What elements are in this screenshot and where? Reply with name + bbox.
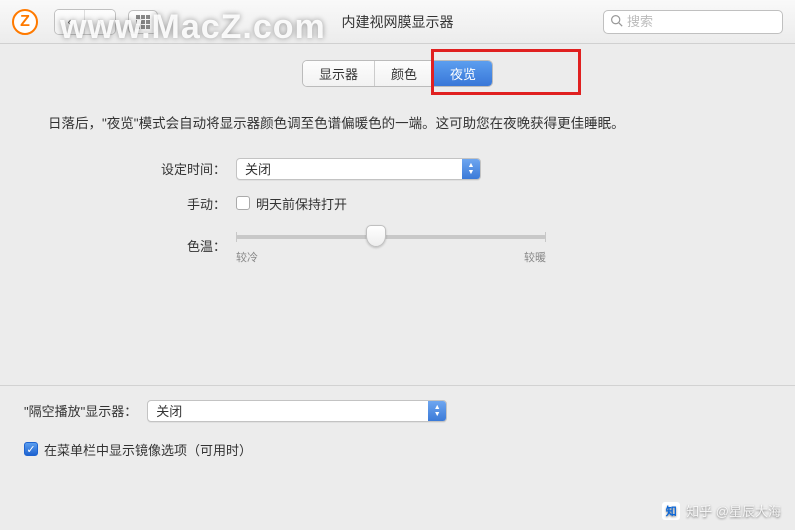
manual-checkbox[interactable] [236, 196, 250, 210]
slider-labels: 较冷 较暖 [236, 249, 546, 265]
zhihu-user: 知乎 @星辰大海 [686, 501, 781, 520]
chevron-right-icon: › [98, 14, 102, 29]
highlight-box [431, 49, 581, 95]
z-logo-icon: Z [12, 9, 38, 35]
tab-color[interactable]: 颜色 [375, 61, 434, 86]
airplay-row: "隔空播放"显示器： 关闭 ▲▼ [24, 400, 771, 422]
color-temp-row: 色温： 较冷 较暖 [24, 227, 771, 265]
manual-row: 手动： 明天前保持打开 [24, 194, 771, 213]
search-icon [610, 14, 623, 30]
slider-max-label: 较暖 [524, 249, 546, 265]
tabs-container: 显示器 颜色 夜览 [24, 60, 771, 87]
airplay-label: "隔空播放"显示器： [24, 401, 137, 420]
zhihu-watermark: 知 知乎 @星辰大海 [662, 501, 781, 520]
window-toolbar: Z ‹ › 内建视网膜显示器 [0, 0, 795, 44]
show-all-button[interactable] [128, 10, 158, 34]
manual-label: 手动： [24, 194, 236, 213]
slider-thumb[interactable] [366, 225, 386, 247]
schedule-value: 关闭 [245, 159, 271, 178]
forward-button[interactable]: › [85, 10, 115, 34]
tab-display[interactable]: 显示器 [303, 61, 375, 86]
search-field-wrap[interactable] [603, 10, 783, 34]
color-temp-label: 色温： [24, 236, 236, 255]
color-temp-slider[interactable] [236, 235, 546, 239]
mirror-option-row: ✓ 在菜单栏中显示镜像选项（可用时） [24, 440, 771, 459]
airplay-dropdown[interactable]: 关闭 ▲▼ [147, 400, 447, 422]
color-temp-slider-wrap: 较冷 较暖 [236, 227, 546, 265]
grid-icon [136, 15, 150, 29]
bottom-section: "隔空播放"显示器： 关闭 ▲▼ ✓ 在菜单栏中显示镜像选项（可用时） [0, 386, 795, 459]
zhihu-icon: 知 [662, 502, 680, 520]
slider-min-label: 较冷 [236, 249, 258, 265]
schedule-row: 设定时间： 关闭 ▲▼ [24, 158, 771, 180]
mirror-checkbox-label: 在菜单栏中显示镜像选项（可用时） [44, 440, 252, 459]
nav-button-group: ‹ › [54, 9, 116, 35]
content-area: 显示器 颜色 夜览 日落后，"夜览"模式会自动将显示器颜色调至色谱偏暖色的一端。… [0, 44, 795, 295]
back-button[interactable]: ‹ [55, 10, 85, 34]
dropdown-arrows-icon: ▲▼ [428, 401, 446, 421]
search-input[interactable] [627, 14, 776, 29]
schedule-dropdown[interactable]: 关闭 ▲▼ [236, 158, 481, 180]
airplay-value: 关闭 [156, 401, 182, 420]
manual-checkbox-label: 明天前保持打开 [256, 194, 347, 213]
window-title: 内建视网膜显示器 [342, 12, 454, 32]
chevron-left-icon: ‹ [67, 14, 71, 29]
dropdown-arrows-icon: ▲▼ [462, 159, 480, 179]
mirror-checkbox[interactable]: ✓ [24, 442, 38, 456]
night-shift-description: 日落后，"夜览"模式会自动将显示器颜色调至色谱偏暖色的一端。这可助您在夜晚获得更… [24, 113, 771, 136]
schedule-label: 设定时间： [24, 159, 236, 178]
